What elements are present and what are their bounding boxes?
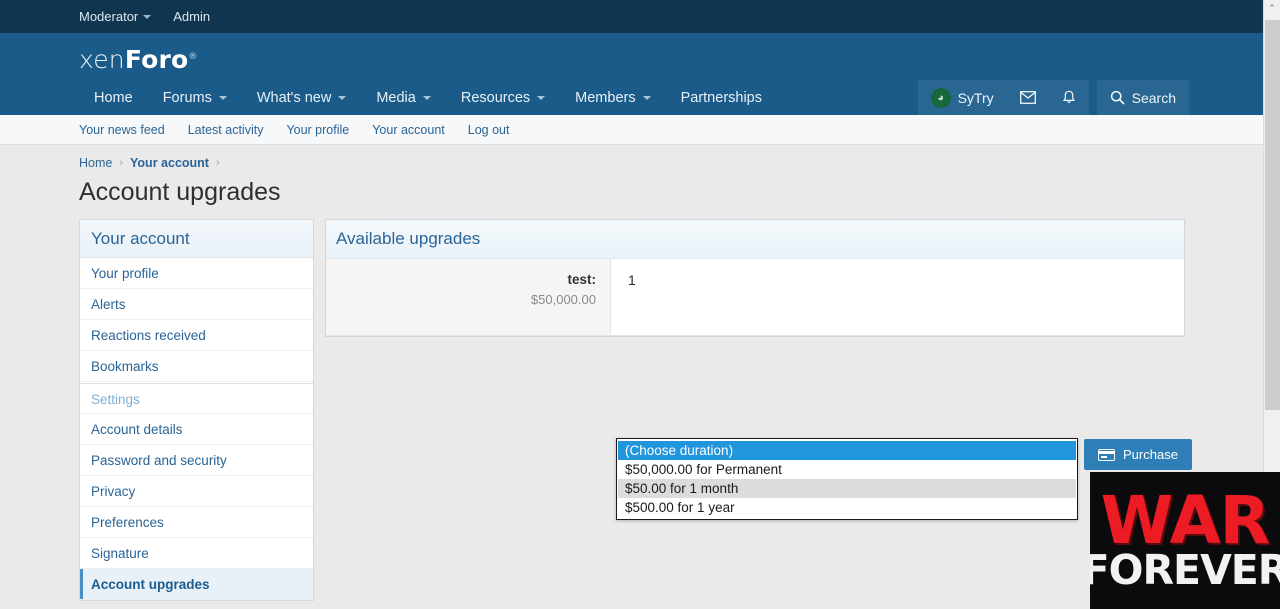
- upgrade-price: $50,000.00: [530, 292, 596, 307]
- secondary-navigation: Your news feed Latest activity Your prof…: [0, 115, 1263, 145]
- ad-headline-secondary: FOREVER: [1090, 546, 1280, 594]
- scrollbar-thumb[interactable]: [1265, 20, 1280, 410]
- search-label: Search: [1131, 89, 1176, 106]
- duration-option-permanent[interactable]: $50,000.00 for Permanent: [618, 460, 1076, 479]
- nav-item-label: Media: [376, 89, 416, 106]
- sidebar-item-reactions-received[interactable]: Reactions received: [80, 320, 313, 351]
- admin-bar-item-moderator[interactable]: Moderator: [79, 9, 152, 24]
- chevron-down-icon[interactable]: [218, 95, 227, 100]
- username-label: SyTry: [957, 89, 994, 106]
- admin-bar-item-label: Admin: [173, 9, 211, 24]
- sidebar-item-preferences[interactable]: Preferences: [80, 507, 313, 538]
- breadcrumb-separator-icon: ›: [119, 157, 124, 169]
- user-menu-button[interactable]: ◕ SyTry: [918, 80, 1007, 115]
- breadcrumb-separator-icon: ›: [215, 157, 220, 169]
- page-root: Moderator Admin xenForo® Home Forums Wha…: [0, 0, 1280, 609]
- chevron-down-icon[interactable]: [338, 95, 347, 100]
- purchase-button[interactable]: Purchase: [1084, 439, 1192, 470]
- nav-item-forums[interactable]: Forums: [148, 80, 242, 115]
- breadcrumb: Home › Your account ›: [79, 156, 220, 170]
- sidebar-heading: Your account: [80, 220, 313, 258]
- breadcrumb-item-your-account[interactable]: Your account: [130, 156, 209, 170]
- site-logo[interactable]: xenForo®: [79, 45, 198, 74]
- subnav-item-your-profile[interactable]: Your profile: [286, 123, 349, 137]
- sidebar-item-your-profile[interactable]: Your profile: [80, 258, 313, 289]
- upgrade-title: test:: [567, 272, 596, 287]
- chevron-down-icon: [143, 14, 152, 19]
- nav-item-label: Forums: [162, 89, 212, 106]
- nav-item-home[interactable]: Home: [79, 80, 148, 115]
- nav-item-resources[interactable]: Resources: [446, 80, 560, 115]
- scroll-up-arrow-icon[interactable]: ⌃: [1264, 0, 1280, 17]
- ad-headline-primary: WAR: [1100, 482, 1271, 560]
- admin-bar: Moderator Admin: [0, 0, 1263, 33]
- subnav-item-your-account[interactable]: Your account: [372, 123, 445, 137]
- chevron-down-icon[interactable]: [537, 95, 546, 100]
- upgrade-info: test: $50,000.00: [326, 259, 611, 335]
- chevron-down-icon[interactable]: [642, 95, 651, 100]
- nav-item-label: Resources: [460, 89, 531, 106]
- card-heading: Available upgrades: [326, 220, 1184, 259]
- sidebar-item-bookmarks[interactable]: Bookmarks: [80, 351, 313, 382]
- sidebar-item-privacy[interactable]: Privacy: [80, 476, 313, 507]
- search-icon: [1110, 90, 1125, 105]
- ad-overlay-war-forever[interactable]: WAR FOREVER: [1090, 472, 1280, 609]
- logo-text-bold: Foro: [124, 45, 189, 74]
- header-tools-spacer: [1089, 80, 1097, 115]
- header-right-tools: ◕ SyTry Search: [917, 80, 1189, 115]
- header-user-group: ◕ SyTry: [917, 80, 1089, 115]
- nav-item-label: Home: [94, 89, 133, 106]
- alerts-button[interactable]: [1049, 80, 1089, 115]
- main-navigation: Home Forums What's new Media Resources M…: [79, 80, 777, 115]
- nav-item-members[interactable]: Members: [560, 80, 665, 115]
- subnav-item-latest-activity[interactable]: Latest activity: [188, 123, 264, 137]
- admin-bar-item-admin[interactable]: Admin: [173, 9, 210, 24]
- sidebar-group-settings: Settings: [80, 383, 313, 414]
- bell-icon: [1062, 90, 1075, 103]
- sidebar-item-account-details[interactable]: Account details: [80, 414, 313, 445]
- account-sidebar: Your account Your profile Alerts Reactio…: [79, 219, 314, 601]
- subnav-item-your-news-feed[interactable]: Your news feed: [79, 123, 165, 137]
- logo-text-thin: xen: [79, 45, 125, 74]
- duration-option-1-month[interactable]: $50.00 for 1 month: [618, 479, 1076, 498]
- duration-option-1-year[interactable]: $500.00 for 1 year: [618, 498, 1076, 517]
- admin-bar-item-label: Moderator: [79, 9, 139, 24]
- registered-mark-icon: ®: [188, 51, 198, 62]
- duration-select-listbox[interactable]: (Choose duration) $50,000.00 for Permane…: [616, 438, 1078, 520]
- envelope-icon: [1019, 91, 1036, 104]
- upgrade-row: test: $50,000.00 1: [326, 259, 1184, 336]
- nav-item-media[interactable]: Media: [361, 80, 446, 115]
- nav-item-label: Members: [575, 89, 636, 106]
- page-body: Home › Your account › Account upgrades Y…: [0, 146, 1263, 609]
- breadcrumb-item-home[interactable]: Home: [79, 156, 112, 170]
- available-upgrades-card: Available upgrades test: $50,000.00 1: [325, 219, 1185, 337]
- chevron-down-icon[interactable]: [422, 95, 431, 100]
- nav-item-partnerships[interactable]: Partnerships: [666, 80, 777, 115]
- site-header: xenForo® Home Forums What's new Media Re…: [0, 33, 1263, 115]
- duration-option-choose[interactable]: (Choose duration): [618, 441, 1076, 460]
- subnav-item-log-out[interactable]: Log out: [468, 123, 510, 137]
- page-title: Account upgrades: [79, 178, 281, 206]
- sidebar-item-password-and-security[interactable]: Password and security: [80, 445, 313, 476]
- nav-item-whats-new[interactable]: What's new: [242, 80, 362, 115]
- inbox-button[interactable]: [1007, 80, 1049, 115]
- header-search-group: Search: [1096, 80, 1189, 115]
- nav-item-label: Partnerships: [680, 89, 762, 106]
- user-avatar-icon: ◕: [930, 87, 951, 108]
- search-button[interactable]: Search: [1097, 80, 1189, 115]
- credit-card-icon: [1098, 448, 1115, 461]
- sidebar-item-signature[interactable]: Signature: [80, 538, 313, 569]
- quantity-value: 1: [628, 272, 636, 288]
- upgrade-controls: 1: [611, 259, 1184, 335]
- sidebar-item-alerts[interactable]: Alerts: [80, 289, 313, 320]
- sidebar-item-account-upgrades[interactable]: Account upgrades: [80, 569, 313, 600]
- nav-item-label: What's new: [256, 89, 332, 106]
- purchase-button-label: Purchase: [1123, 447, 1178, 462]
